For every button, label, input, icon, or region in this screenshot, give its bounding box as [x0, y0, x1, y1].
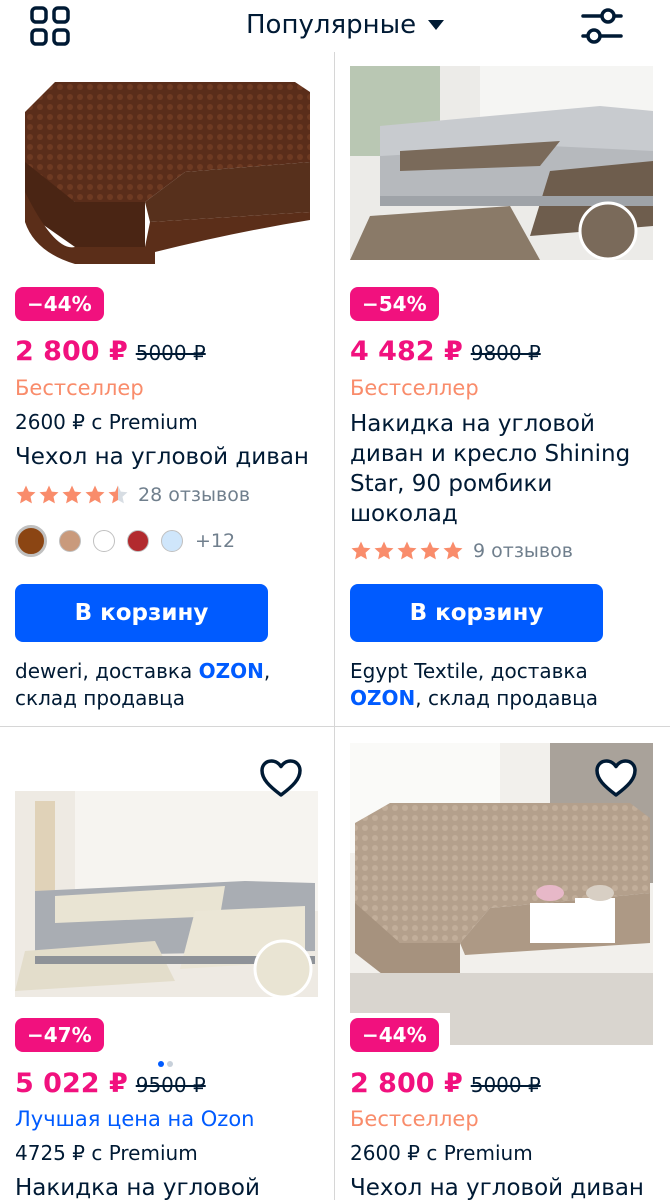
premium-price: 2600 ₽ с Premium — [350, 1141, 533, 1165]
best-price-label: Лучшая цена на Ozon — [15, 1107, 255, 1131]
product-title[interactable]: Накидка на угловой диван и кресло Shinin… — [350, 409, 650, 529]
discount-badge: −47% — [15, 1018, 104, 1052]
add-to-cart-button[interactable]: В корзину — [350, 584, 603, 642]
product-title[interactable]: Накидка на угловой — [15, 1173, 315, 1200]
star-icon — [62, 485, 82, 504]
premium-price: 2600 ₽ с Premium — [15, 410, 198, 434]
column-divider — [334, 52, 335, 1200]
rating: 9 отзывов — [350, 540, 573, 562]
add-to-cart-button[interactable]: В корзину — [15, 584, 268, 642]
pagination-dot — [158, 1061, 164, 1067]
product-title[interactable]: Чехол на угловой диван — [15, 442, 315, 472]
star-icon — [85, 485, 105, 504]
price-row: 5 022 ₽ 9500 ₽ — [15, 1068, 206, 1099]
pagination-dot — [167, 1061, 173, 1067]
price: 4 482 ₽ — [350, 336, 463, 367]
seller-name: Egypt Textile, доставка — [350, 659, 588, 683]
old-price: 5000 ₽ — [470, 1073, 541, 1097]
star-rating — [15, 484, 130, 506]
product-image[interactable] — [15, 791, 318, 997]
ozon-label: OZON — [350, 686, 416, 710]
old-price: 9500 ₽ — [135, 1073, 206, 1097]
price-row: 4 482 ₽ 9800 ₽ — [350, 336, 541, 367]
heart-icon[interactable] — [259, 758, 303, 798]
product-image[interactable] — [350, 66, 653, 260]
ozon-label: OZON — [198, 659, 264, 683]
bestseller-label: Бестселлер — [350, 376, 479, 400]
star-icon — [39, 485, 59, 504]
top-bar: Популярные — [0, 0, 670, 52]
color-swatch[interactable] — [161, 530, 183, 552]
seller-name: deweri, доставка — [15, 659, 199, 683]
color-swatch[interactable] — [93, 530, 115, 552]
color-swatch[interactable] — [59, 530, 81, 552]
price: 2 800 ₽ — [350, 1068, 463, 1099]
caret-down-icon — [428, 20, 445, 30]
rating: 28 отзывов — [15, 484, 250, 506]
heart-icon[interactable] — [594, 758, 638, 798]
row-divider — [0, 726, 670, 727]
premium-price: 4725 ₽ с Premium — [15, 1141, 198, 1165]
color-swatches: +12 — [15, 525, 235, 557]
sort-dropdown[interactable]: Популярные — [246, 10, 445, 40]
old-price: 9800 ₽ — [470, 341, 541, 365]
star-icon — [420, 541, 440, 560]
sort-label: Популярные — [246, 10, 417, 40]
price: 5 022 ₽ — [15, 1068, 128, 1099]
bestseller-label: Бестселлер — [350, 1107, 479, 1131]
filter-icon[interactable] — [580, 6, 624, 46]
discount-badge: −54% — [350, 287, 439, 321]
grid-view-icon[interactable] — [30, 6, 70, 46]
price-row: 2 800 ₽ 5000 ₽ — [350, 1068, 541, 1099]
star-icon — [443, 541, 463, 560]
reviews-count[interactable]: 9 отзывов — [473, 540, 573, 562]
star-icon — [16, 485, 36, 504]
star-icon — [374, 541, 394, 560]
seller-info: deweri, доставка OZON, склад продавца — [15, 658, 325, 712]
more-colors[interactable]: +12 — [195, 530, 235, 552]
image-pagination — [158, 1061, 176, 1067]
discount-badge: −44% — [350, 1018, 439, 1052]
product-title[interactable]: Чехол на угловой диван — [350, 1173, 650, 1200]
color-swatch[interactable] — [15, 525, 47, 557]
star-rating — [350, 540, 465, 562]
color-swatch[interactable] — [127, 530, 149, 552]
seller-rest: , склад продавца — [415, 686, 599, 710]
star-icon — [351, 541, 371, 560]
price-row: 2 800 ₽ 5000 ₽ — [15, 336, 206, 367]
reviews-count[interactable]: 28 отзывов — [138, 484, 250, 506]
product-image[interactable] — [15, 52, 318, 298]
old-price: 5000 ₽ — [135, 341, 206, 365]
star-icon — [108, 485, 128, 504]
price: 2 800 ₽ — [15, 336, 128, 367]
discount-badge: −44% — [15, 287, 104, 321]
seller-info: Egypt Textile, доставка OZON, склад прод… — [350, 658, 660, 712]
star-icon — [397, 541, 417, 560]
bestseller-label: Бестселлер — [15, 376, 144, 400]
